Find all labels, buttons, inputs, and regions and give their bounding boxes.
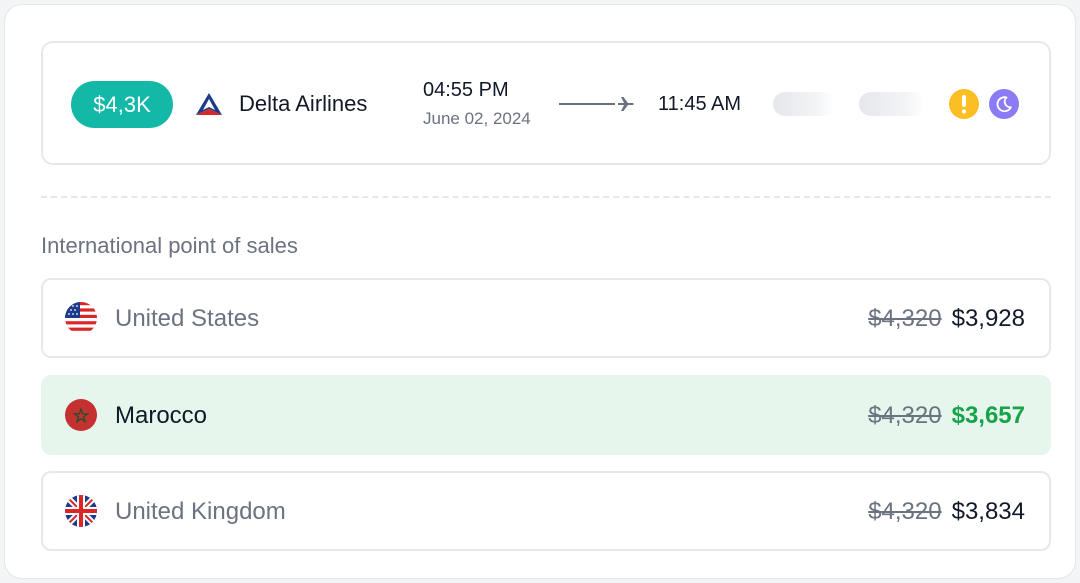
dashed-divider [41, 196, 1051, 198]
discounted-price: $3,657 [951, 402, 1025, 429]
departure-date: June 02, 2024 [423, 109, 531, 128]
moon-icon[interactable] [989, 89, 1019, 119]
plane-icon [618, 97, 634, 111]
pos-row-united-states[interactable]: United States $4,320 $3,928 [41, 278, 1051, 358]
price-group: $4,320 $3,657 [868, 402, 1025, 430]
section-title: International point of sales [41, 233, 298, 258]
price-group: $4,320 $3,928 [868, 305, 1025, 333]
loading-placeholder [773, 92, 835, 116]
us-flag-icon [65, 302, 97, 334]
warning-icon[interactable] [949, 89, 979, 119]
price-group: $4,320 $3,834 [868, 498, 1025, 526]
airline-name: Delta Airlines [239, 91, 368, 116]
loading-placeholder [859, 92, 925, 116]
original-price: $4,320 [868, 402, 942, 429]
sales-card: $4,3K Delta Airlines 04:55 PM June 02, 2… [4, 4, 1076, 579]
arrival-time: 11:45 AM [658, 93, 742, 115]
discounted-price: $3,834 [951, 498, 1025, 525]
price-badge: $4,3K [71, 81, 173, 128]
pos-row-marocco[interactable]: Marocco $4,320 $3,657 [41, 375, 1051, 455]
discounted-price: $3,928 [951, 305, 1025, 332]
pos-row-united-kingdom[interactable]: United Kingdom $4,320 $3,834 [41, 471, 1051, 551]
morocco-flag-icon [65, 399, 97, 431]
route-line [559, 103, 615, 105]
country-name: United Kingdom [115, 498, 286, 525]
flight-card[interactable]: $4,3K Delta Airlines 04:55 PM June 02, 2… [41, 41, 1051, 165]
country-name: United States [115, 305, 260, 332]
delta-logo-icon [196, 93, 222, 115]
departure-time: 04:55 PM [423, 79, 509, 101]
original-price: $4,320 [868, 498, 942, 525]
country-name: Marocco [115, 402, 208, 429]
original-price: $4,320 [868, 305, 942, 332]
uk-flag-icon [65, 495, 97, 527]
